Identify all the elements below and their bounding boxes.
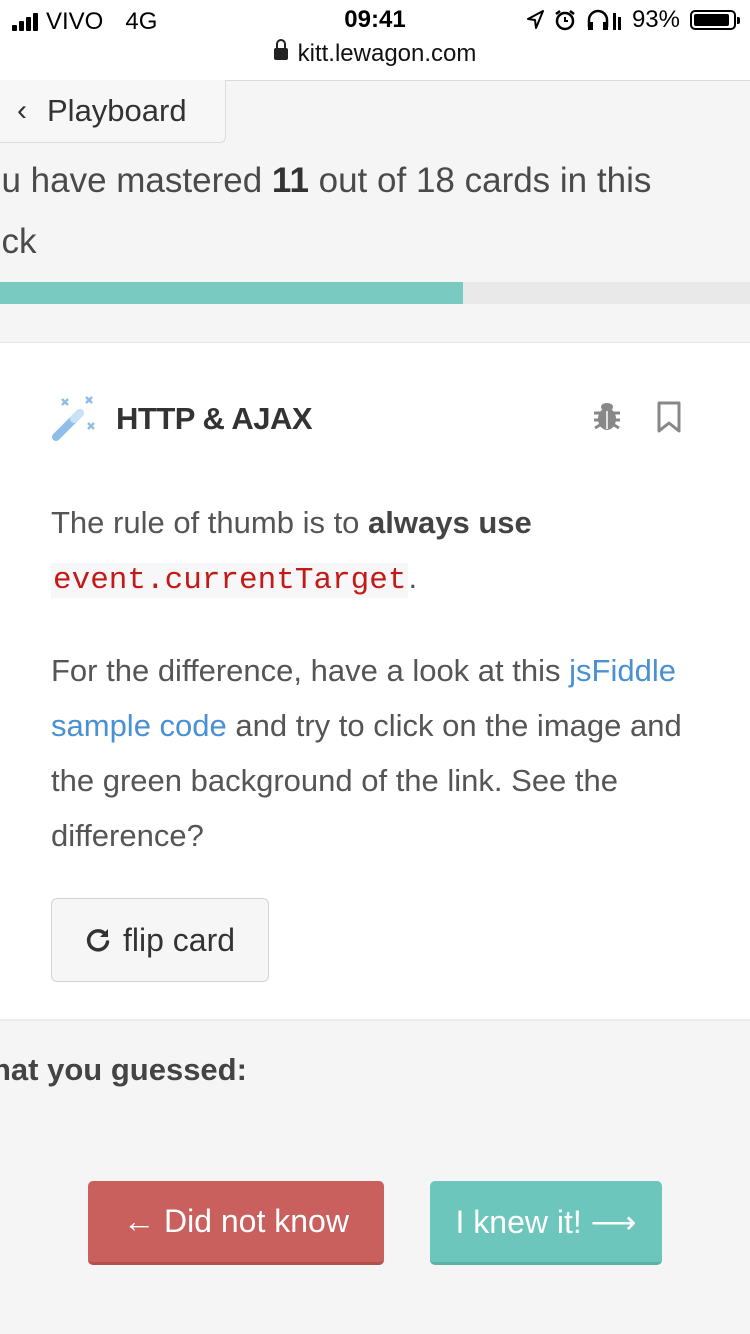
lock-icon	[273, 39, 288, 60]
card-paragraph-1: The rule of thumb is to always use event.…	[51, 495, 711, 608]
mastered-suffix: cards in this	[454, 161, 652, 200]
mastered-prefix: ou have mastered	[0, 161, 272, 200]
bug-icon[interactable]	[592, 399, 622, 433]
did-not-know-button[interactable]: ← Did not know	[88, 1181, 384, 1265]
card-title: HTTP & AJAX	[116, 401, 313, 436]
url-text: kitt.lewagon.com	[297, 40, 477, 67]
battery-icon	[690, 10, 740, 30]
back-label: Playboard	[47, 93, 187, 128]
p1-end: .	[408, 560, 418, 595]
battery-percent: 93%	[631, 6, 680, 33]
chevron-left-icon: ‹	[17, 94, 27, 127]
address-bar[interactable]: kitt.lewagon.com	[0, 39, 750, 68]
flashcard: HTTP & AJAX The rule of thumb is to alwa…	[0, 343, 750, 1021]
mastered-count: 11	[271, 161, 309, 200]
headphones-icon	[587, 9, 621, 30]
flip-card-button[interactable]: flip card	[51, 898, 269, 982]
p1-bold: always use	[368, 505, 532, 540]
card-paragraph-2: For the difference, have a look at this …	[51, 643, 711, 863]
magic-wand-icon	[52, 396, 95, 441]
mastered-line2: eck	[0, 222, 37, 261]
p1-text: The rule of thumb is to	[51, 505, 369, 540]
flip-card-label: flip card	[122, 921, 236, 958]
location-arrow-icon	[526, 10, 544, 29]
status-right: 93%	[526, 6, 740, 34]
alarm-icon	[555, 10, 575, 31]
card-content: The rule of thumb is to always use event.…	[51, 495, 711, 863]
refresh-icon	[86, 929, 110, 952]
card-header: HTTP & AJAX	[50, 393, 700, 443]
p2-text: For the difference, have a look at this	[51, 653, 570, 688]
status-bar: VIVO 4G 09:41 kitt.lewagon.com 93%	[0, 0, 750, 81]
mastered-summary: ou have mastered 11 out of 18 cards in t…	[0, 150, 712, 272]
mastered-middle: out of	[308, 161, 416, 200]
back-to-playboard-button[interactable]: ‹ Playboard	[0, 80, 226, 143]
what-you-guessed-heading: hat you guessed:	[0, 1052, 247, 1087]
progress-fill	[0, 282, 463, 304]
total-count: 18	[415, 161, 455, 200]
i-knew-it-button[interactable]: I knew it! ⟶	[430, 1181, 662, 1265]
code-snippet: event.currentTarget	[51, 563, 409, 598]
progress-bar	[0, 282, 750, 304]
bookmark-icon[interactable]	[656, 401, 682, 433]
